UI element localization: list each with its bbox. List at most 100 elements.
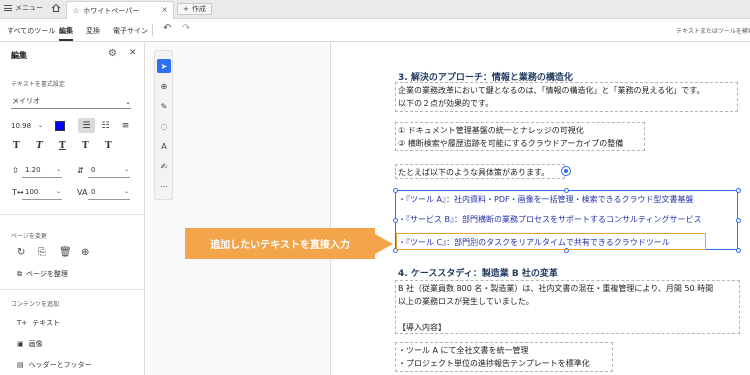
tab-bar: メニュー ☆ ホワイトペーパー × + 作成 [0, 0, 750, 19]
trash-icon[interactable]: 🗑 [59, 247, 72, 258]
paragraph-line: 以上の業務ロスが発生していました。 [398, 297, 534, 306]
select-cursor-icon[interactable]: ➤ [157, 59, 171, 73]
list-item: ・プロジェクト単位の進捗報告テンプレートを標準化 [398, 359, 590, 368]
add-image-label: 画像 [28, 340, 43, 348]
field-underline [22, 177, 62, 178]
zoom-icon[interactable]: ⊕ [157, 79, 171, 93]
rotate-handle[interactable] [562, 167, 570, 175]
add-text-button[interactable]: T+ テキスト [17, 318, 60, 328]
menu-button[interactable]: メニュー [4, 3, 43, 13]
bold-icon[interactable]: T [13, 141, 20, 151]
page-section-label: ページを変更 [11, 233, 47, 240]
resize-handle[interactable] [564, 188, 569, 193]
lasso-icon[interactable]: ◌ [157, 119, 171, 133]
font-select[interactable]: メイリオ ⌄ [11, 96, 131, 109]
gear-icon[interactable]: ⚙ [108, 48, 117, 59]
horizontal-scale-field[interactable]: 100 [25, 188, 38, 196]
resize-handle[interactable] [736, 248, 741, 253]
superscript-icon[interactable]: T [82, 141, 89, 151]
rotate-icon[interactable]: ↻ [17, 247, 25, 258]
panel-title: 編集 [11, 51, 27, 60]
resize-handle[interactable] [393, 188, 398, 193]
bullet-list-icon[interactable]: ☰ [78, 118, 95, 133]
home-icon[interactable] [51, 3, 61, 13]
new-tab-label: 作成 [191, 5, 206, 13]
resize-handle[interactable] [736, 188, 741, 193]
paragraph-line: B 社（従業員数 800 名・製造業）は、社内文書の混在・重複管理により、月間 … [398, 284, 714, 293]
pen-icon[interactable]: ✎ [157, 99, 171, 113]
section-heading: 4. ケーススタディ：製造業 B 社の変革 [398, 269, 558, 279]
paragraph-spacing-icon: ⇵ [77, 166, 84, 175]
paragraph-line: 企業の業務改革において鍵となるのは、「情報の構造化」と「業務の見える化」です。 [398, 86, 705, 95]
add-header-footer-button[interactable]: ▤ ヘッダーとフッター [17, 360, 92, 370]
bullet-item: ・『サービス B』：部門横断の業務プロセスをサポートするコンサルティングサービス [398, 215, 702, 224]
content-section-label: コンテンツを追加 [11, 301, 60, 308]
text-box-icon[interactable]: A [157, 139, 171, 153]
paragraph-spacing-field[interactable]: 0 [91, 166, 95, 174]
bullet-item: ・『ツール A』：社内資料・PDF・画像を一括管理・検索できるクラウド型文書基盤 [398, 195, 694, 204]
italic-icon[interactable]: T [36, 141, 43, 151]
redo-icon[interactable]: ↷ [182, 23, 190, 34]
tool-esign[interactable]: 電子サイン [113, 26, 148, 36]
tool-convert[interactable]: 変換 [86, 26, 100, 36]
chevron-down-icon: ⌄ [56, 166, 62, 173]
intro-label: 【導入内容】 [398, 323, 446, 332]
new-tab-button[interactable]: + 作成 [177, 3, 212, 15]
chevron-down-icon: ⌄ [124, 166, 130, 173]
insert-page-icon[interactable]: ⊕ [81, 247, 89, 258]
line-spacing-field[interactable]: 1.20 [25, 166, 41, 174]
chevron-down-icon: ⌄ [125, 98, 131, 106]
header-footer-icon: ▤ [17, 361, 24, 369]
hamburger-icon [4, 5, 12, 11]
menu-label: メニュー [15, 4, 43, 12]
callout-text: 追加したいテキストを直接入力 [210, 240, 350, 251]
pages-icon: ⧉ [17, 269, 22, 278]
horizontal-scale-icon: T↔ [12, 188, 24, 197]
toolbar-divider [152, 24, 153, 36]
divider [0, 214, 145, 215]
plus-icon: + [183, 5, 189, 13]
text-color-swatch[interactable] [55, 121, 65, 131]
organize-pages-button[interactable]: ⧉ ページを整理 [17, 269, 68, 279]
tool-search-input[interactable]: テキストまたはツールを検索 [676, 26, 750, 35]
tab-document[interactable]: ☆ ホワイトペーパー × [66, 1, 174, 19]
tool-all-tools[interactable]: すべてのツール [7, 26, 55, 36]
field-underline [88, 199, 130, 200]
subscript-icon[interactable]: T [105, 141, 112, 151]
field-underline [22, 199, 62, 200]
edit-panel: 編集 ⚙ ✕ テキストを書式設定 メイリオ ⌄ 10.98 ⌄ ☰ ☷ ≡ T … [0, 42, 145, 375]
close-icon[interactable]: ✕ [129, 48, 137, 58]
close-icon[interactable]: × [161, 5, 168, 14]
underline-icon[interactable]: T [59, 141, 66, 151]
align-icon[interactable]: ≡ [117, 118, 134, 133]
chevron-down-icon: ⌄ [38, 122, 44, 129]
undo-icon[interactable]: ↶ [163, 23, 171, 34]
format-section-label: テキストを書式設定 [11, 81, 65, 88]
tool-edit[interactable]: 編集 [59, 26, 73, 41]
font-size-field[interactable]: 10.98 [11, 122, 31, 130]
add-header-footer-label: ヘッダーとフッター [28, 361, 92, 369]
callout-label: 追加したいテキストを直接入力 [185, 228, 375, 259]
line-spacing-icon: ⇳ [12, 166, 19, 175]
add-image-button[interactable]: ▣ 画像 [17, 339, 43, 349]
toolbar: すべてのツール 編集 変換 電子サイン ↶ ↷ テキストまたはツールを検索 [0, 19, 750, 42]
star-icon: ☆ [73, 6, 80, 15]
stamp-icon[interactable]: ✍ [157, 159, 171, 173]
more-icon[interactable]: ⋯ [157, 179, 171, 193]
bullet-item[interactable]: ・『ツール C』：部門別のタスクをリアルタイムで共有できるクラウドツール [398, 237, 670, 248]
numbered-list-icon[interactable]: ☷ [97, 118, 114, 133]
text-icon: T+ [17, 319, 28, 327]
paragraph-line: たとえば以下のような具体策があります。 [398, 168, 550, 177]
character-spacing-field[interactable]: 0 [91, 188, 95, 196]
chevron-down-icon: ⌄ [124, 188, 130, 195]
font-select-value: メイリオ [12, 97, 40, 105]
tab-document-label: ホワイトペーパー [83, 6, 140, 15]
resize-handle[interactable] [736, 218, 741, 223]
callout-arrow [375, 234, 393, 254]
add-text-label: テキスト [32, 319, 60, 327]
field-underline [88, 177, 130, 178]
extract-page-icon[interactable]: ⎘ [38, 247, 46, 258]
paragraph-line: 以下の２点が効果的です。 [398, 99, 494, 108]
tool-rail: ➤ ⊕ ✎ ◌ A ✍ ⋯ [154, 50, 173, 200]
list-item: ・ツール A にて全社文書を統一管理 [398, 346, 529, 355]
